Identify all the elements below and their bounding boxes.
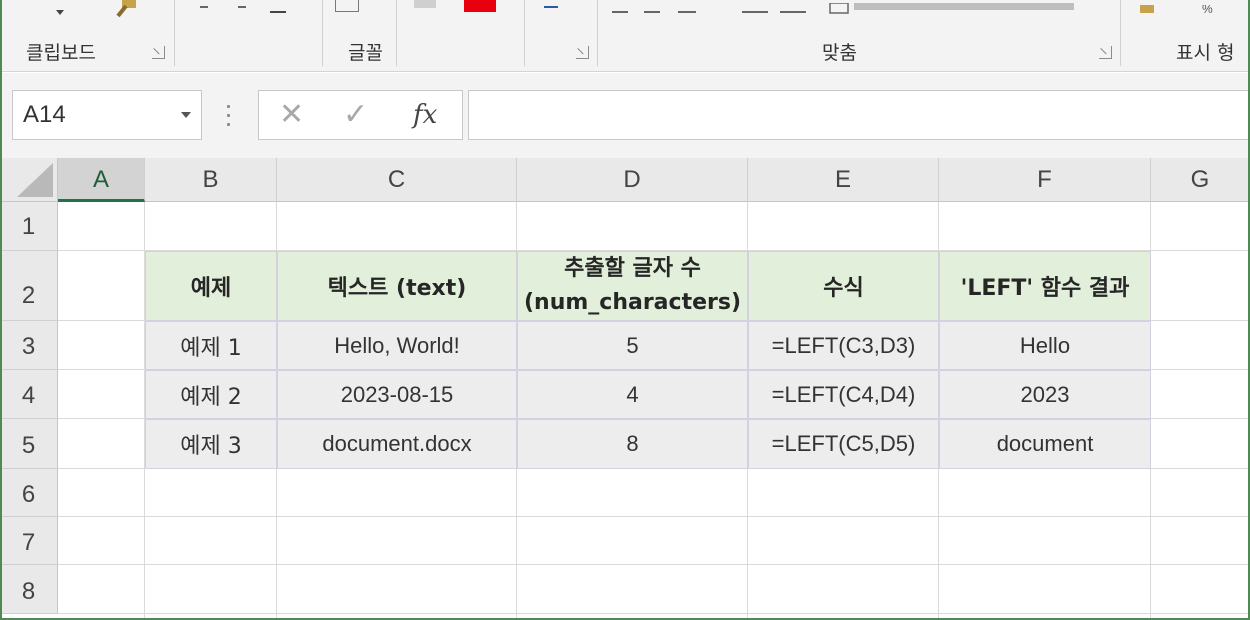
separator (174, 0, 175, 66)
row-header-3[interactable]: 3 (0, 321, 58, 370)
font-size-icon[interactable] (198, 0, 293, 13)
row-header-6[interactable]: 6 (0, 469, 58, 517)
column-header-g[interactable]: G (1151, 158, 1250, 202)
formula-buttons: ✕ ✓ fx (258, 90, 463, 140)
separator (322, 0, 323, 66)
name-box[interactable]: A14 (12, 90, 202, 140)
svg-text:%: % (1202, 5, 1213, 15)
phonetic-icon[interactable] (544, 0, 558, 8)
drag-handle-icon[interactable] (226, 105, 232, 127)
ribbon: % 클립보드 글꼴 맞춤 표시 형 (0, 0, 1250, 72)
fill-color-icon[interactable] (414, 0, 436, 8)
table-header-example[interactable]: 예제 (145, 251, 277, 321)
column-header-f[interactable]: F (939, 158, 1151, 202)
table-header-formula[interactable]: 수식 (748, 251, 939, 321)
dialog-launcher-icon[interactable] (152, 46, 165, 59)
column-header-c[interactable]: C (277, 158, 517, 202)
paste-dropdown-icon[interactable] (56, 10, 64, 15)
select-all-button[interactable] (0, 158, 58, 202)
row-header-2[interactable]: 2 (0, 251, 58, 321)
table-header-num-characters[interactable]: 추출할 글자 수 (num_characters) (517, 251, 748, 321)
group-label-clipboard: 클립보드 (26, 42, 96, 64)
column-header-e[interactable]: E (748, 158, 939, 202)
header-line-1: 추출할 글자 수 (564, 256, 701, 281)
row-header-4[interactable]: 4 (0, 370, 58, 419)
column-header-a[interactable]: A (58, 158, 145, 202)
column-header-d[interactable]: D (517, 158, 748, 202)
table-cell[interactable]: Hello, World! (277, 321, 517, 370)
gridline (58, 516, 1250, 517)
column-header-b[interactable]: B (145, 158, 277, 202)
separator (396, 0, 397, 66)
formula-bar: A14 ✕ ✓ fx (0, 73, 1250, 158)
table-cell[interactable]: 예제 2 (145, 370, 277, 419)
row-header-8[interactable]: 8 (0, 565, 58, 614)
table-cell[interactable]: =LEFT(C3,D3) (748, 321, 939, 370)
name-box-value: A14 (23, 101, 66, 128)
table-cell[interactable]: 4 (517, 370, 748, 419)
insert-function-icon[interactable]: fx (413, 100, 437, 130)
table-cell[interactable]: 예제 3 (145, 419, 277, 469)
separator (1120, 0, 1121, 66)
chevron-down-icon[interactable] (181, 112, 191, 118)
table-cell[interactable]: =LEFT(C4,D4) (748, 370, 939, 419)
table-cell[interactable]: document (939, 419, 1151, 469)
separator (524, 0, 525, 66)
row-header-7[interactable]: 7 (0, 517, 58, 565)
table-cell[interactable]: 2023-08-15 (277, 370, 517, 419)
separator (597, 0, 598, 66)
row-header-1[interactable]: 1 (0, 202, 58, 251)
row-header-5[interactable]: 5 (0, 419, 58, 469)
font-color-icon[interactable] (464, 0, 496, 12)
table-cell[interactable]: 2023 (939, 370, 1151, 419)
table-cell[interactable]: 예제 1 (145, 321, 277, 370)
table-cell[interactable]: =LEFT(C5,D5) (748, 419, 939, 469)
table-cell[interactable]: 8 (517, 419, 748, 469)
gridline (58, 613, 1250, 614)
dialog-launcher-icon[interactable] (1099, 46, 1112, 59)
gridline (58, 564, 1250, 565)
table-cell[interactable]: Hello (939, 321, 1151, 370)
formula-input[interactable] (468, 90, 1250, 140)
table-header-result[interactable]: 'LEFT' 함수 결과 (939, 251, 1151, 321)
cancel-icon[interactable]: ✕ (279, 97, 304, 132)
merge-center-icon[interactable] (828, 0, 1080, 14)
align-top-icon[interactable] (612, 0, 702, 13)
borders-icon[interactable] (335, 0, 359, 12)
worksheet-grid: A B C D E F G 1 2 3 4 5 6 7 8 예제 텍스트 (te… (0, 158, 1250, 620)
group-label-font: 글꼴 (348, 42, 383, 64)
table-cell[interactable]: document.docx (277, 419, 517, 469)
group-label-alignment: 맞춤 (822, 42, 857, 64)
dialog-launcher-icon[interactable] (576, 46, 589, 59)
header-line-2: (num_characters) (523, 290, 742, 315)
enter-icon[interactable]: ✓ (343, 97, 368, 132)
table-header-text[interactable]: 텍스트 (text) (277, 251, 517, 321)
indent-icon[interactable] (742, 0, 806, 13)
table-cell[interactable]: 5 (517, 321, 748, 370)
group-label-number: 표시 형 (1176, 42, 1235, 64)
format-painter-icon[interactable] (112, 0, 142, 18)
number-format-icon[interactable]: % (1140, 0, 1220, 16)
